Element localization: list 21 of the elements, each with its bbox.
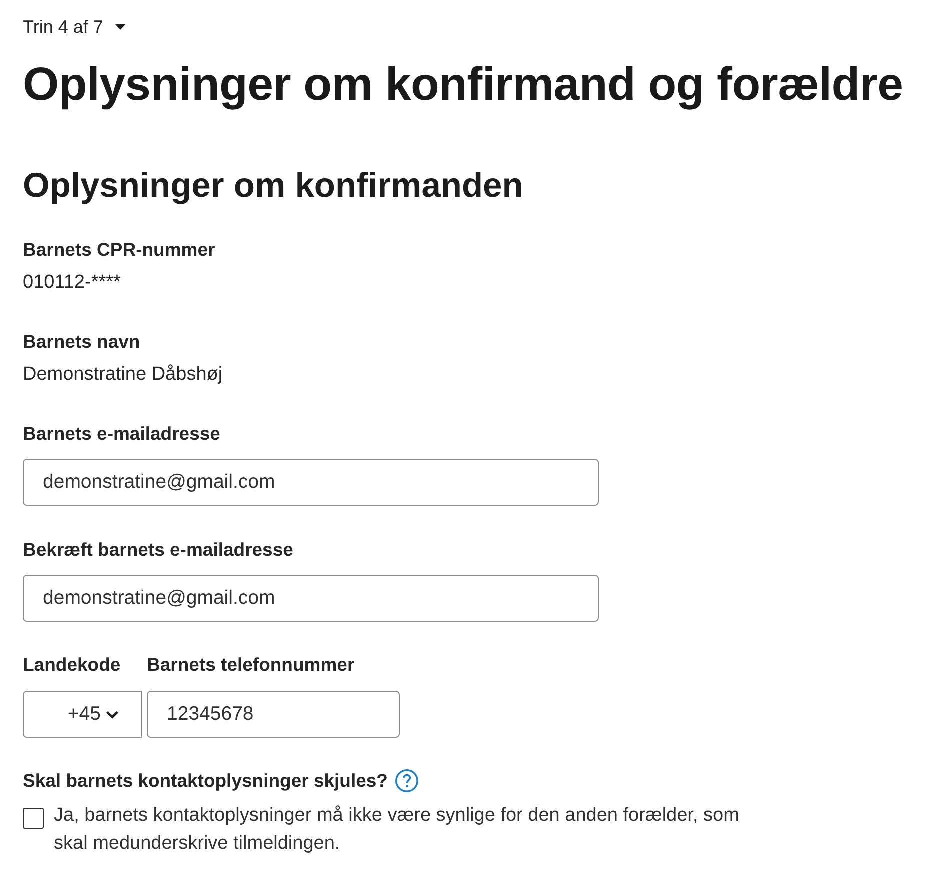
checkbox-label[interactable]: Ja, barnets kontaktoplysninger må ikke være synlige for den anden forælder, som skal medunderskrive tilmeldingen.	[54, 802, 759, 858]
field-label: Barnets navn	[23, 331, 142, 353]
field-label: Barnets e-mailadresse	[23, 423, 222, 445]
caret-icon	[115, 24, 126, 30]
field-value: Demonstratine Dåbshøj	[23, 364, 224, 386]
step-dropdown[interactable]: Trin 4 af 7	[23, 16, 126, 38]
field-value: 010112-****	[23, 272, 122, 294]
email-input[interactable]: demonstratine@gmail.com	[23, 459, 599, 506]
field-label: Barnets telefonnummer	[147, 654, 356, 676]
field-label: Bekræft barnets e-mailadresse	[23, 539, 294, 561]
help-icon[interactable]	[394, 769, 419, 793]
country-code-select[interactable]: +45	[23, 691, 142, 738]
chevron-down-icon	[106, 710, 119, 718]
field-label: Landekode	[23, 654, 122, 676]
field-label: Barnets CPR-nummer	[23, 239, 216, 261]
question-label: Skal barnets kontaktoplysninger skjules?	[23, 770, 388, 792]
phone-input[interactable]: 12345678	[147, 691, 400, 738]
email-input[interactable]: demonstratine@gmail.com	[23, 575, 599, 622]
checkbox[interactable]	[23, 808, 44, 829]
page-title: Oplysninger om konfirmand og forældre	[23, 58, 904, 110]
section-title: Oplysninger om konfirmanden	[23, 166, 524, 206]
